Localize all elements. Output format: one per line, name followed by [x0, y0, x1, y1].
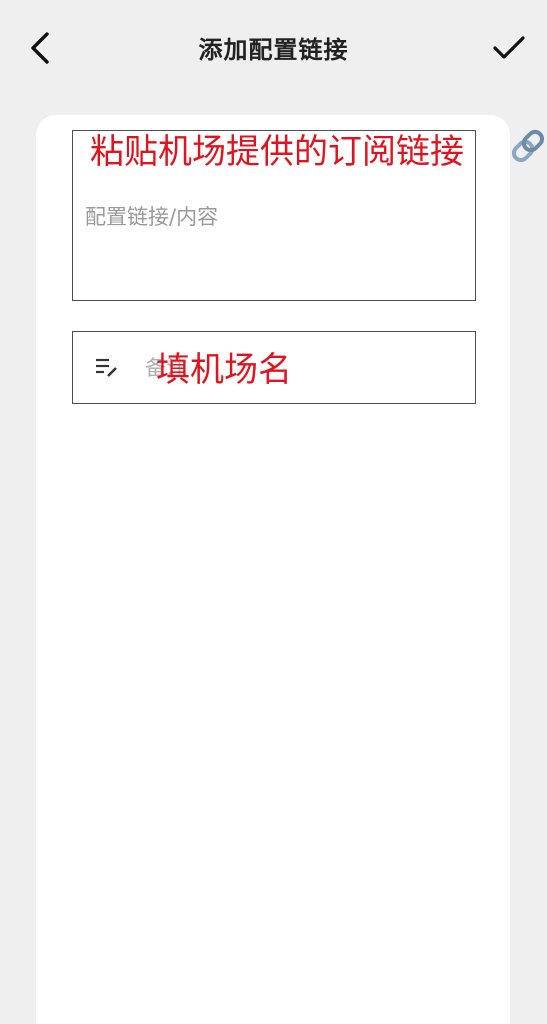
link-annotation: 粘贴机场提供的订阅链接: [90, 132, 464, 172]
page-title: 添加配置链接: [198, 36, 349, 64]
notes-edit-icon: [96, 358, 117, 377]
add-config-link-screen: 添加配置链接 配置链接/内容 备注 粘贴机场提供的订阅链接 填机场名: [0, 0, 547, 1024]
top-bar: 添加配置链接: [0, 0, 547, 98]
check-icon: [493, 36, 525, 59]
config-link-placeholder: 配置链接/内容: [85, 205, 219, 229]
confirm-button[interactable]: [485, 26, 533, 70]
link-icon: [511, 129, 545, 163]
name-annotation: 填机场名: [156, 350, 292, 390]
